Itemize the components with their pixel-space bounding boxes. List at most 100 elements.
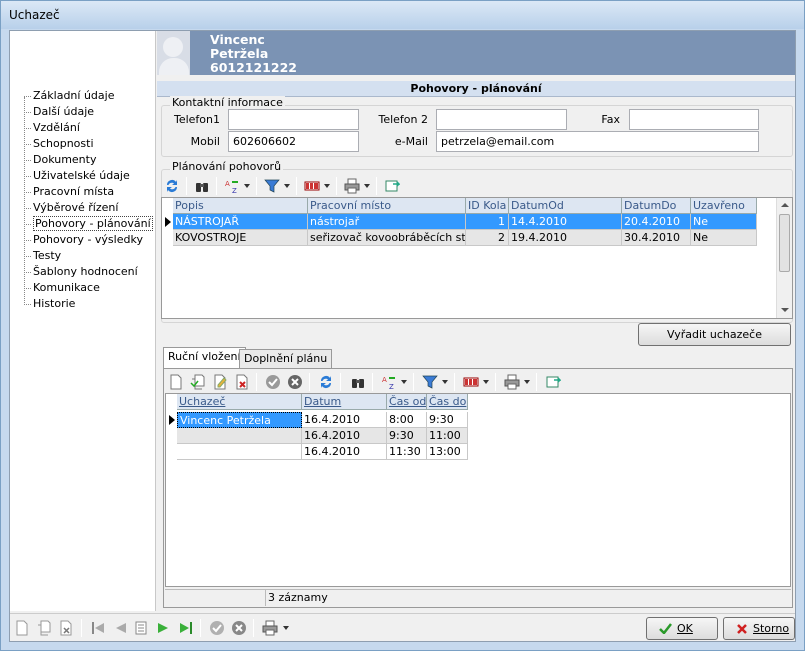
- last-record-icon[interactable]: [178, 620, 194, 636]
- new-record-icon[interactable]: [14, 620, 30, 636]
- edit-record-icon[interactable]: [212, 374, 228, 390]
- filter-icon[interactable]: [264, 178, 280, 194]
- sort-icon[interactable]: AZ: [224, 178, 240, 194]
- new-record-icon[interactable]: [168, 374, 184, 390]
- chevron-down-icon[interactable]: [442, 380, 448, 384]
- telefon1-field[interactable]: [228, 109, 359, 130]
- export-icon[interactable]: [545, 374, 561, 390]
- next-record-icon[interactable]: [156, 620, 172, 636]
- table-cell[interactable]: NÁSTROJAŘ: [173, 214, 308, 230]
- table-cell[interactable]: seřizovač kovoobráběcích strojů: [308, 230, 466, 246]
- chevron-down-icon[interactable]: [244, 184, 250, 188]
- chevron-down-icon[interactable]: [401, 380, 407, 384]
- column-header[interactable]: Datum: [302, 394, 387, 410]
- chevron-down-icon[interactable]: [283, 626, 289, 630]
- columns-icon[interactable]: [304, 178, 320, 194]
- table-cell[interactable]: Vincenc Petržela: [177, 412, 302, 428]
- nav-item-zakladni-udaje[interactable]: Základní údaje: [24, 88, 114, 104]
- nav-item-pohovory-planovani[interactable]: Pohovory - plánování: [24, 216, 153, 232]
- vertical-scrollbar[interactable]: [776, 198, 792, 318]
- delete-record-icon[interactable]: [58, 620, 74, 636]
- column-header[interactable]: Popis: [173, 198, 308, 214]
- table-cell[interactable]: 16.4.2010: [302, 412, 387, 428]
- table-cell[interactable]: KOVOSTROJE: [173, 230, 308, 246]
- mobil-field[interactable]: 602606602: [228, 131, 359, 152]
- cancel-icon[interactable]: [231, 620, 247, 636]
- printer-icon[interactable]: [262, 620, 278, 636]
- chevron-down-icon[interactable]: [284, 184, 290, 188]
- printer-icon[interactable]: [504, 374, 520, 390]
- scroll-up-icon[interactable]: [781, 203, 789, 207]
- email-field[interactable]: petrzela@email.com: [436, 131, 759, 152]
- binoculars-icon[interactable]: [194, 178, 210, 194]
- column-header[interactable]: Uchazeč: [177, 394, 302, 410]
- copy-record-icon[interactable]: [190, 374, 206, 390]
- table-cell[interactable]: 9:30: [387, 428, 427, 444]
- telefon2-field[interactable]: [436, 109, 567, 130]
- tab-plan-completion[interactable]: Doplnění plánu: [239, 349, 333, 369]
- table-cell[interactable]: 16.4.2010: [302, 444, 387, 460]
- nav-item-pracovni-mista[interactable]: Pracovní místa: [24, 184, 114, 200]
- chevron-down-icon[interactable]: [483, 380, 489, 384]
- copy-record-icon[interactable]: [36, 620, 52, 636]
- ok-button[interactable]: OK: [646, 617, 718, 640]
- nav-item-testy[interactable]: Testy: [24, 248, 61, 264]
- sort-icon[interactable]: AZ: [381, 374, 397, 390]
- column-header[interactable]: ID Kola: [466, 198, 509, 214]
- nav-item-dalsi-udaje[interactable]: Další údaje: [24, 104, 94, 120]
- go-to-record-icon[interactable]: [134, 620, 150, 636]
- table-cell[interactable]: nástrojař: [308, 214, 466, 230]
- table-cell[interactable]: 11:30: [387, 444, 427, 460]
- confirm-icon[interactable]: [209, 620, 225, 636]
- chevron-down-icon[interactable]: [324, 184, 330, 188]
- printer-icon[interactable]: [344, 178, 360, 194]
- table-cell[interactable]: 14.4.2010: [509, 214, 622, 230]
- table-cell[interactable]: 2: [466, 230, 509, 246]
- nav-item-historie[interactable]: Historie: [24, 296, 75, 312]
- refresh-icon[interactable]: [164, 178, 180, 194]
- nav-item-schopnosti[interactable]: Schopnosti: [24, 136, 94, 152]
- nav-item-komunikace[interactable]: Komunikace: [24, 280, 100, 296]
- column-header[interactable]: Čas do: [427, 394, 468, 410]
- table-cell[interactable]: Ne: [691, 214, 757, 230]
- scroll-down-icon[interactable]: [781, 308, 789, 312]
- column-header[interactable]: Uzavřeno: [691, 198, 757, 214]
- table-cell[interactable]: 30.4.2010: [622, 230, 691, 246]
- first-record-icon[interactable]: [90, 620, 106, 636]
- fax-field[interactable]: [629, 109, 759, 130]
- table-cell[interactable]: [177, 444, 302, 460]
- column-header[interactable]: DatumDo: [622, 198, 691, 214]
- nav-item-vyberove-rizeni[interactable]: Výběrové řízení: [24, 200, 118, 216]
- column-header[interactable]: Čas od: [387, 394, 427, 410]
- nav-item-uzivatelske-udaje[interactable]: Uživatelské údaje: [24, 168, 130, 184]
- scroll-thumb[interactable]: [779, 214, 790, 272]
- table-cell[interactable]: 13:00: [427, 444, 468, 460]
- filter-icon[interactable]: [422, 374, 438, 390]
- table-cell[interactable]: 11:00: [427, 428, 468, 444]
- exclude-candidate-button[interactable]: Vyřadit uchazeče: [638, 323, 791, 346]
- column-header[interactable]: Pracovní místo: [308, 198, 466, 214]
- cancel-button[interactable]: Storno: [723, 617, 795, 640]
- table-cell[interactable]: 19.4.2010: [509, 230, 622, 246]
- table-cell[interactable]: 16.4.2010: [302, 428, 387, 444]
- binoculars-icon[interactable]: [350, 374, 366, 390]
- nav-item-dokumenty[interactable]: Dokumenty: [24, 152, 96, 168]
- nav-item-vzdelani[interactable]: Vzdělání: [24, 120, 80, 136]
- chevron-down-icon[interactable]: [524, 380, 530, 384]
- columns-icon[interactable]: [463, 374, 479, 390]
- export-icon[interactable]: [384, 178, 400, 194]
- refresh-icon[interactable]: [318, 374, 334, 390]
- column-header[interactable]: DatumOd: [509, 198, 622, 214]
- table-cell[interactable]: Ne: [691, 230, 757, 246]
- previous-record-icon[interactable]: [112, 620, 128, 636]
- table-cell[interactable]: 8:00: [387, 412, 427, 428]
- table-cell[interactable]: 9:30: [427, 412, 468, 428]
- delete-record-icon[interactable]: [234, 374, 250, 390]
- confirm-icon[interactable]: [265, 374, 281, 390]
- nav-item-sablony-hodnoceni[interactable]: Šablony hodnocení: [24, 264, 138, 280]
- tab-manual-entry[interactable]: Ruční vložení: [163, 347, 246, 369]
- table-cell[interactable]: 1: [466, 214, 509, 230]
- nav-item-pohovory-vysledky[interactable]: Pohovory - výsledky: [24, 232, 143, 248]
- table-cell[interactable]: 20.4.2010: [622, 214, 691, 230]
- cancel-icon[interactable]: [287, 374, 303, 390]
